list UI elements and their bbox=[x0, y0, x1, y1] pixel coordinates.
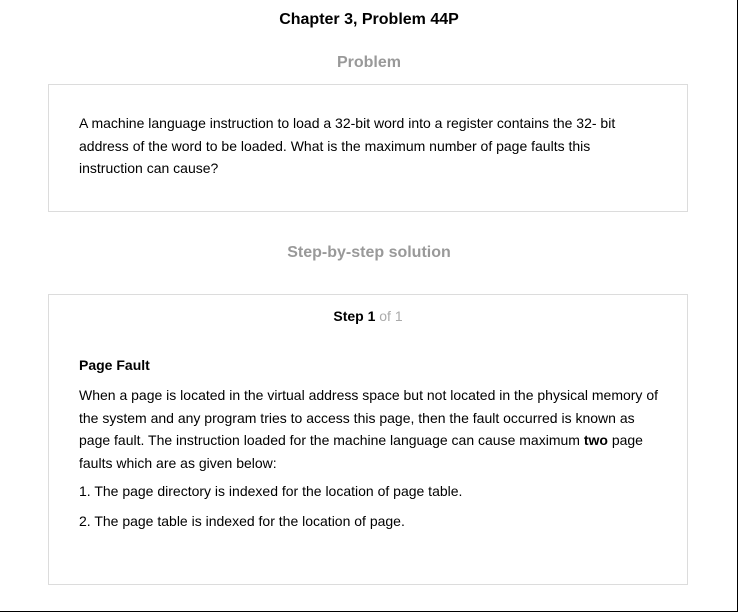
chapter-title: Chapter 3, Problem 44P bbox=[279, 11, 459, 28]
problem-heading: Problem bbox=[336, 54, 401, 71]
page-fault-heading: Page Fault bbox=[79, 357, 150, 373]
step-indicator: Step 1 of 1 bbox=[49, 308, 687, 324]
solution-paragraph-start: When a page is located in the virtual ad… bbox=[79, 387, 658, 448]
step-of-total: of 1 bbox=[379, 308, 403, 324]
problem-text: A machine language instruction to load a… bbox=[79, 115, 616, 176]
list-item: 1. The page directory is indexed for the… bbox=[79, 483, 463, 499]
step-label: Step 1 bbox=[333, 308, 376, 324]
solution-box: Step 1 of 1 Page Fault When a page is lo… bbox=[48, 294, 688, 585]
list-item: 2. The page table is indexed for the loc… bbox=[79, 513, 405, 529]
problem-box: A machine language instruction to load a… bbox=[48, 84, 688, 212]
solution-heading: Step-by-step solution bbox=[287, 244, 451, 261]
solution-paragraph-bold: two bbox=[583, 432, 608, 448]
solution-paragraph: When a page is located in the virtual ad… bbox=[79, 384, 664, 474]
